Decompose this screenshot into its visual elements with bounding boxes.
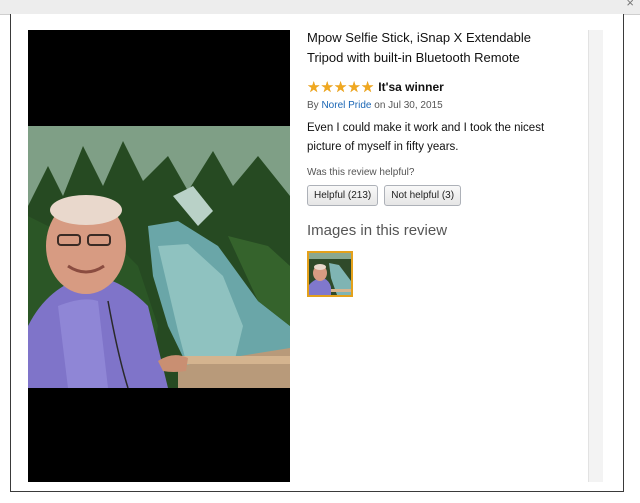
star-rating: ★ ★ ★ ★ ★ <box>307 80 374 95</box>
helpful-button[interactable]: Helpful (213) <box>307 185 379 206</box>
byline-prefix: By <box>307 100 319 111</box>
author-link[interactable]: Norel Pride <box>321 100 371 111</box>
window-top-bar: × <box>0 0 640 15</box>
close-icon[interactable]: × <box>626 0 634 10</box>
review-body: Even I could make it work and I took the… <box>307 119 589 157</box>
helpful-question: Was this review helpful? <box>307 167 415 178</box>
review-panel: Mpow Selfie Stick, iSnap X Extendable Tr… <box>307 28 589 297</box>
images-section-heading: Images in this review <box>307 222 448 239</box>
helpful-buttons: Helpful (213) Not helpful (3) <box>307 185 589 206</box>
star-icon: ★ <box>347 78 361 96</box>
star-icon: ★ <box>307 78 321 96</box>
review-title[interactable]: It'sa winner <box>378 80 444 94</box>
star-icon: ★ <box>320 78 334 96</box>
thumbnail-scene <box>309 253 351 295</box>
product-title-line1[interactable]: Mpow Selfie Stick, iSnap X Extendable <box>307 30 531 45</box>
review-body-line2: picture of myself in fifty years. <box>307 141 459 153</box>
product-title-line2[interactable]: Tripod with built-in Bluetooth Remote <box>307 50 520 65</box>
vertical-scrollbar[interactable] <box>588 30 603 482</box>
star-icon: ★ <box>333 78 348 96</box>
not-helpful-button[interactable]: Not helpful (3) <box>384 185 462 206</box>
review-photo[interactable] <box>28 30 290 482</box>
star-icon: ★ <box>360 78 375 96</box>
review-image-thumbnail[interactable] <box>307 251 353 297</box>
review-byline: By Norel Pride on Jul 30, 2015 <box>307 100 589 111</box>
rating-row: ★ ★ ★ ★ ★ It'sa winner <box>307 78 589 96</box>
photo-scene <box>28 126 290 388</box>
review-body-line1: Even I could make it work and I took the… <box>307 122 545 134</box>
review-date: on Jul 30, 2015 <box>374 100 443 111</box>
product-title[interactable]: Mpow Selfie Stick, iSnap X Extendable Tr… <box>307 28 589 68</box>
